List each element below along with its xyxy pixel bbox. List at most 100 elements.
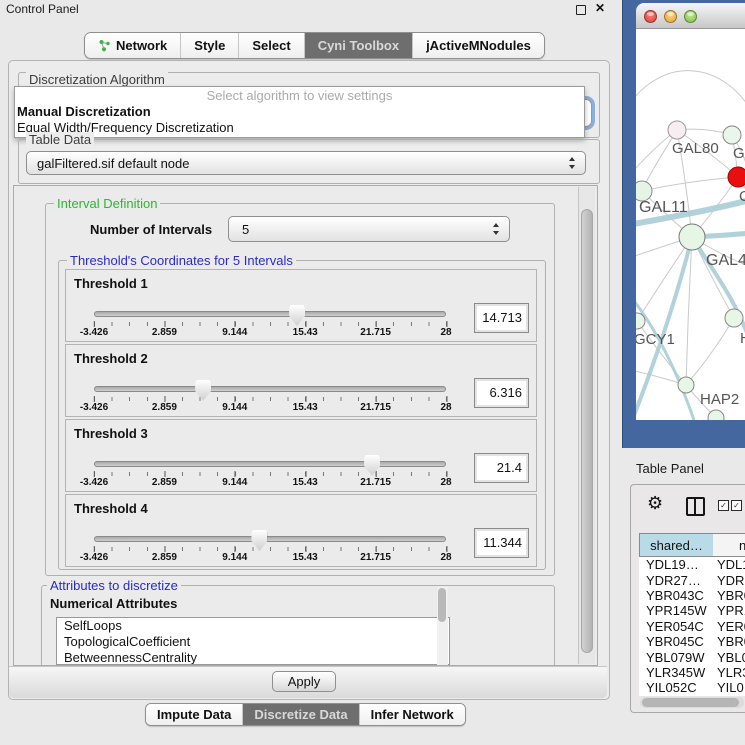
threshold-4-slider[interactable]: -3.4262.8599.14415.4321.71528 [94, 531, 446, 565]
tick-label: 2.859 [152, 402, 177, 413]
tab-network[interactable]: Network [85, 33, 181, 58]
settings-scrollbar[interactable] [578, 187, 595, 664]
table-row[interactable]: YIL052C YIL0 [639, 680, 745, 695]
numerical-attributes-list[interactable]: SelfLoopsTopologicalCoefficientBetweenne… [56, 617, 450, 665]
tab-cyni-toolbox[interactable]: Cyni Toolbox [305, 33, 413, 58]
list-item[interactable]: BetweennessCentrality [57, 650, 449, 665]
node-partial[interactable] [708, 410, 724, 420]
node-hap2[interactable] [678, 377, 694, 393]
table-row[interactable]: YBL079W YBL0 [639, 649, 745, 664]
tick-label: 15.43 [293, 552, 318, 563]
tick-label: -3.426 [80, 327, 108, 338]
tick-label: 2.859 [152, 477, 177, 488]
tick-label: -3.426 [80, 552, 108, 563]
table-row[interactable]: YDL19… YDL1 [639, 557, 745, 572]
table-row[interactable]: YDR27… YDR2 [639, 572, 745, 587]
gear-icon[interactable]: ⚙ [647, 493, 663, 514]
table-row[interactable]: YBR045C YBR0 [639, 634, 745, 649]
tick-label: 28 [440, 552, 451, 563]
node-label: GAL80 [672, 140, 719, 157]
node-h[interactable] [725, 309, 743, 327]
tick-label: 9.144 [222, 552, 247, 563]
column-header-shared-name[interactable]: shared… [639, 533, 714, 557]
network-icon [98, 39, 111, 52]
node-label: GA [733, 145, 745, 162]
attributes-group: Attributes to discretize Numerical Attri… [41, 585, 555, 667]
table-hscrollbar[interactable] [640, 697, 744, 708]
table-hscrollbar-thumb[interactable] [642, 698, 739, 707]
node-table[interactable]: YDL19… YDL1 YDR27… YDR2 YBR043C YBR0 YPR… [639, 557, 745, 696]
close-icon[interactable]: ✕ [595, 1, 605, 15]
interval-definition-group: Interval Definition Number of Intervals … [45, 203, 555, 576]
tab-style[interactable]: Style [181, 33, 239, 58]
scrollbar-thumb[interactable] [581, 209, 593, 653]
attributes-list-scrollbar[interactable] [437, 587, 448, 665]
tab-jactivemnodules[interactable]: jActiveMNodules [413, 33, 544, 58]
control-panel-tabbar: Network Style Select Cyni Toolbox jActiv… [84, 32, 545, 59]
tab-infer-network[interactable]: Infer Network [360, 704, 465, 725]
table-data-group-title: Table Data [26, 132, 94, 147]
tick-label: 21.715 [360, 477, 391, 488]
list-item[interactable]: TopologicalCoefficient [57, 634, 449, 650]
tick-label: -3.426 [80, 477, 108, 488]
threshold-1-value-field[interactable]: 14.713 [474, 303, 529, 333]
split-columns-icon[interactable] [686, 497, 705, 516]
threshold-1-slider[interactable]: -3.4262.8599.14415.4321.71528 [94, 306, 446, 340]
combo-arrows-icon [569, 157, 576, 169]
checkbox-icon[interactable]: ✓ [731, 500, 742, 511]
threshold-2-value-field[interactable]: 6.316 [474, 378, 529, 408]
node-gal80[interactable] [668, 121, 686, 139]
threshold-4-value-field[interactable]: 11.344 [474, 528, 529, 558]
node-label: HAP2 [700, 391, 739, 408]
tick-label: 28 [440, 327, 451, 338]
traffic-light-minimize-icon[interactable] [664, 10, 677, 23]
algorithm-dropdown-popup: Select algorithm to view settings Manual… [14, 86, 585, 138]
threshold-3-value-field[interactable]: 21.4 [474, 453, 529, 483]
node-label: GAL4 [706, 252, 745, 269]
tick-label: 9.144 [222, 402, 247, 413]
node-selected-red[interactable] [728, 167, 745, 187]
tick-label: 21.715 [360, 402, 391, 413]
threshold-3-slider[interactable]: -3.4262.8599.14415.4321.71528 [94, 456, 446, 490]
table-row[interactable]: YBR043C YBR0 [639, 588, 745, 603]
screen: Control Panel ✕ Network Style Select Cyn… [0, 0, 745, 745]
tick-label: 28 [440, 402, 451, 413]
table-row[interactable]: YLR345W YLR3 [639, 665, 745, 680]
panel-title: Control Panel [6, 2, 79, 16]
table-row[interactable]: YPR145W YPR1 [639, 603, 745, 618]
tick-label: 28 [440, 477, 451, 488]
network-canvas[interactable]: GAL80 GA GAL11 C GAL4 GCY1 H HAP2 [636, 29, 745, 420]
traffic-light-close-icon[interactable] [644, 10, 657, 23]
table-data-combobox[interactable]: galFiltered.sif default node [26, 151, 586, 175]
thresholds-group: Threshold's Coordinates for 5 Intervals … [58, 260, 546, 570]
apply-button[interactable]: Apply [272, 671, 336, 692]
tick-label: 2.859 [152, 327, 177, 338]
dropdown-option-equal-width[interactable]: Equal Width/Frequency Discretization [15, 120, 584, 136]
node-gal4[interactable] [679, 224, 705, 250]
column-header-name[interactable]: n [713, 533, 745, 557]
float-window-icon[interactable] [576, 5, 586, 15]
thresholds-group-title: Threshold's Coordinates for 5 Intervals [67, 253, 296, 268]
numerical-attributes-label: Numerical Attributes [50, 596, 177, 611]
threshold-3-row: Threshold 3 -3.4262.8599.14415.4321.7152… [65, 419, 537, 492]
network-window-titlebar[interactable] [636, 3, 745, 29]
list-item[interactable]: SelfLoops [57, 618, 449, 634]
attributes-group-title: Attributes to discretize [47, 578, 181, 593]
dropdown-option-manual[interactable]: Manual Discretization [15, 104, 584, 120]
node-gal11[interactable] [636, 181, 652, 201]
node-gal2[interactable] [723, 126, 741, 144]
node-label: GCY1 [636, 331, 675, 348]
threshold-2-slider[interactable]: -3.4262.8599.14415.4321.71528 [94, 381, 446, 415]
table-row[interactable]: YER054C YER0 [639, 619, 745, 634]
checkbox-icon[interactable]: ✓ [718, 500, 729, 511]
tab-discretize-data[interactable]: Discretize Data [243, 704, 359, 725]
num-intervals-spinner[interactable]: 5 [228, 216, 510, 242]
dropdown-prompt: Select algorithm to view settings [15, 87, 584, 104]
tab-select[interactable]: Select [239, 33, 304, 58]
tick-label: -3.426 [80, 402, 108, 413]
tick-label: 21.715 [360, 327, 391, 338]
tick-label: 9.144 [222, 327, 247, 338]
node-label: C [739, 188, 745, 205]
traffic-light-zoom-icon[interactable] [684, 10, 697, 23]
tab-impute-data[interactable]: Impute Data [146, 704, 243, 725]
